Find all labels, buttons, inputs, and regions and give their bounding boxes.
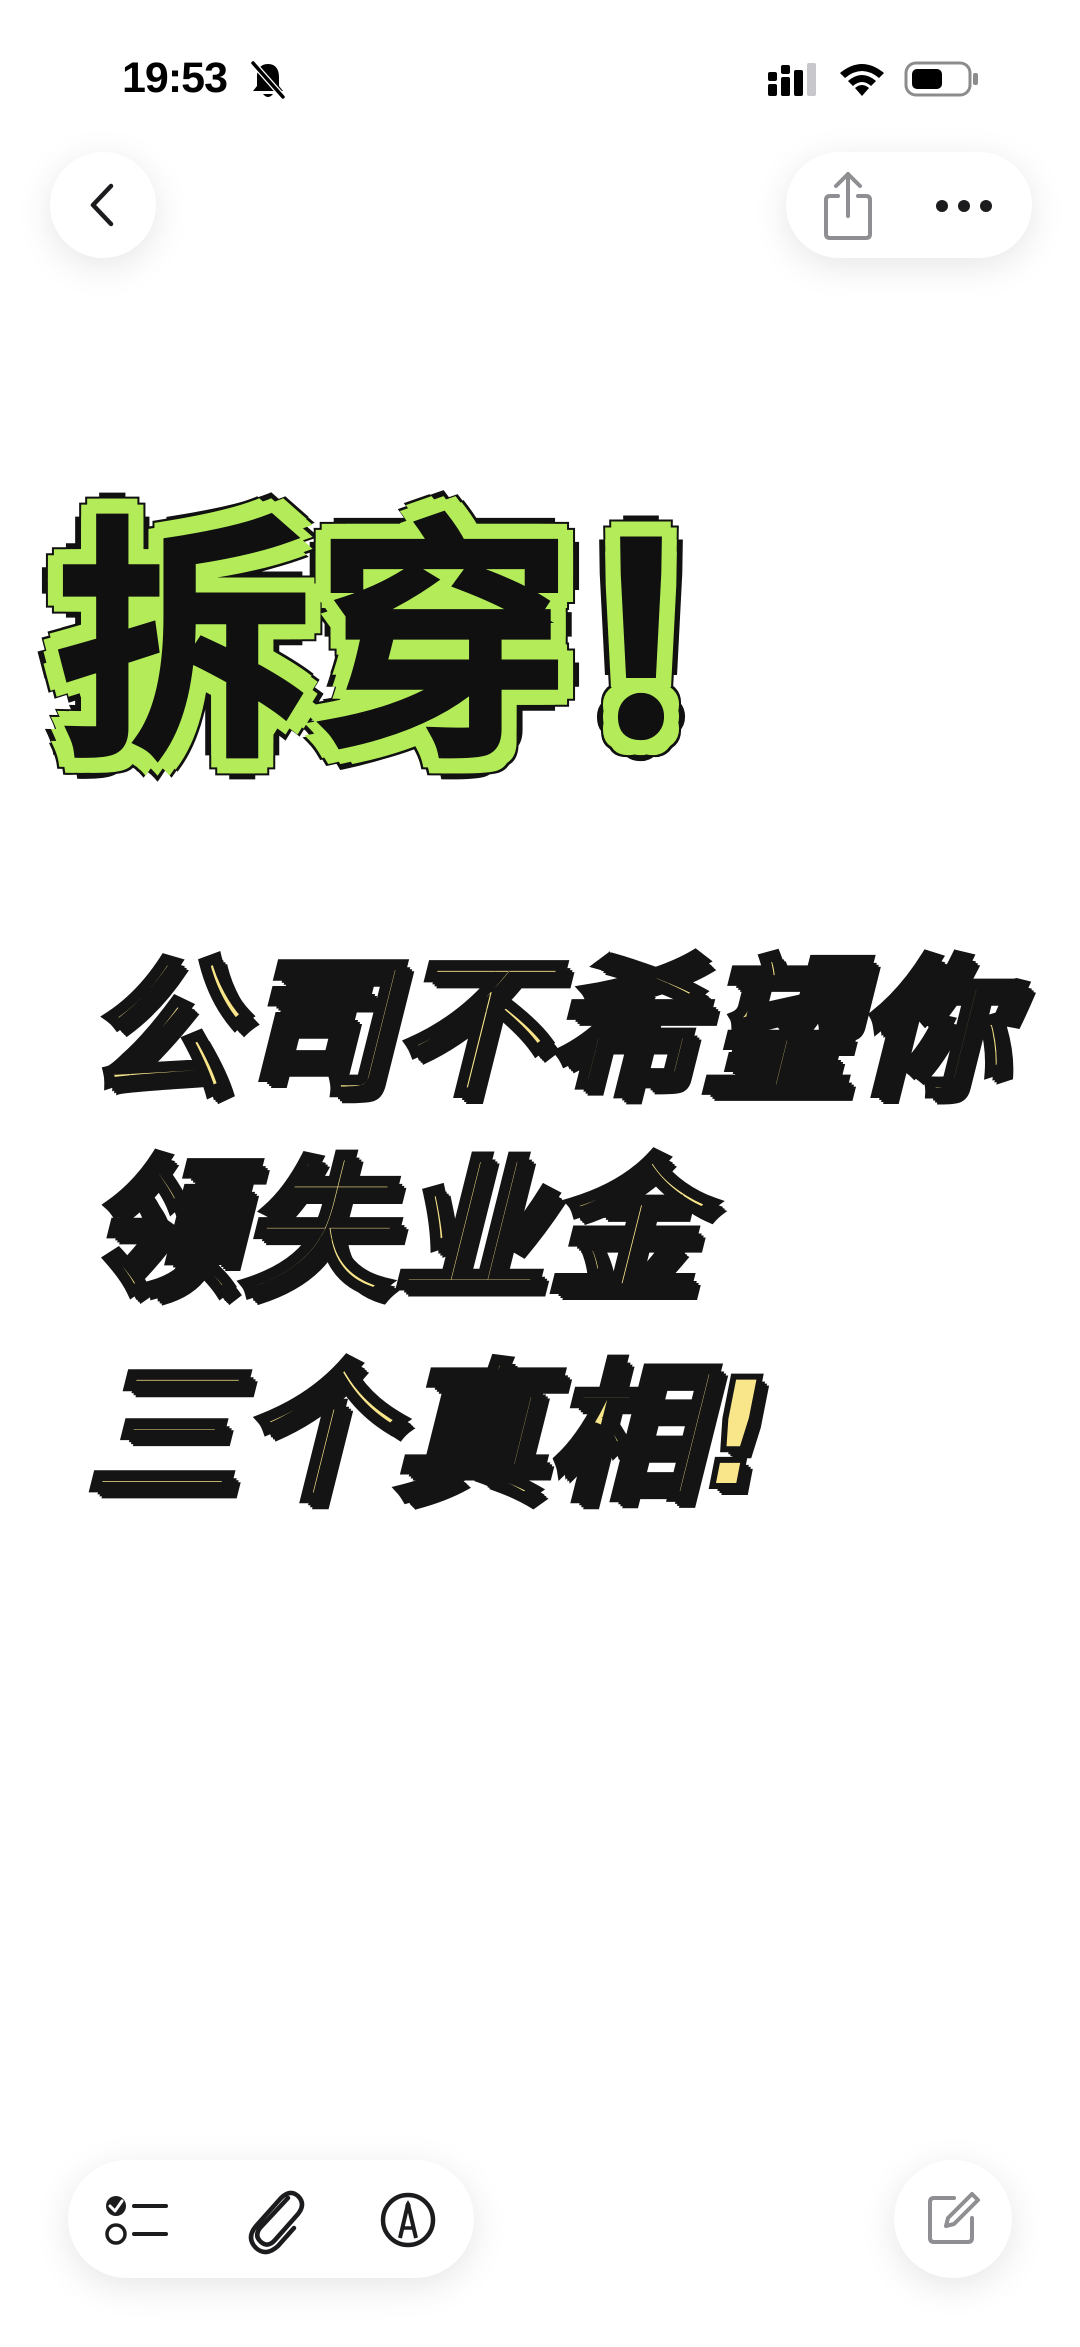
bell-off-icon	[250, 61, 286, 99]
status-time: 19:53	[122, 54, 228, 102]
top-action-group	[786, 152, 1032, 258]
note-headline: 拆穿！	[55, 499, 839, 792]
markup-pen-icon	[380, 2192, 436, 2248]
bottom-toolbar	[68, 2160, 474, 2278]
status-bar: 19:53	[0, 0, 1080, 150]
attach-button[interactable]	[226, 2176, 322, 2262]
more-horizontal-icon	[936, 200, 992, 212]
paperclip-icon	[248, 2190, 305, 2255]
back-button[interactable]	[50, 152, 156, 258]
share-icon	[824, 172, 872, 240]
markup-button[interactable]	[360, 2176, 456, 2262]
note-subtitle-line: 领失业金	[83, 1143, 703, 1317]
more-button[interactable]	[918, 166, 1010, 244]
compose-icon	[928, 2192, 980, 2244]
compose-button[interactable]	[894, 2160, 1012, 2278]
note-subtitle-line: 三个真相!	[83, 1348, 775, 1522]
share-button[interactable]	[808, 166, 888, 244]
note-subtitle-line: 公司不希望你	[83, 943, 1011, 1117]
checklist-icon	[105, 2196, 168, 2245]
chevron-left-icon	[90, 183, 114, 227]
cellular-signal-icon	[768, 63, 816, 96]
checklist-button[interactable]	[90, 2176, 186, 2262]
battery-icon	[904, 61, 978, 97]
wifi-icon	[840, 64, 884, 96]
